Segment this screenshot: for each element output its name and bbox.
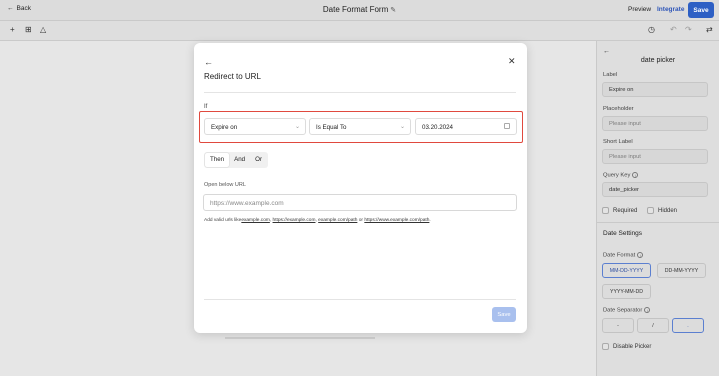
swap-icon[interactable]: ⇄ — [706, 25, 713, 35]
modal-title: Redirect to URL — [204, 72, 261, 81]
date-format-label: Date Format i — [603, 252, 644, 259]
properties-panel: ← date picker Label Expire on Placeholde… — [596, 41, 719, 376]
date-format-label-text: Date Format — [603, 252, 636, 259]
short-label-input[interactable]: Please input — [602, 149, 708, 164]
separator-option-dash[interactable]: - — [602, 318, 634, 333]
date-format-option-dd-mm-yyyy[interactable]: DD-MM-YYYY — [657, 263, 706, 278]
if-label: If — [204, 104, 208, 110]
tab-and[interactable]: And — [229, 153, 250, 167]
placeholder-input[interactable]: Please input — [602, 116, 708, 131]
save-button[interactable]: Save — [688, 2, 714, 18]
date-separator-label: Date Separator i — [603, 307, 651, 314]
canvas-divider — [225, 337, 375, 339]
plus-icon[interactable]: + — [10, 25, 15, 35]
form-title[interactable]: Date Format Form ✎ — [0, 5, 719, 14]
chevron-down-icon: ⌄ — [399, 124, 405, 130]
modal-footer-divider — [204, 299, 516, 300]
layers-icon[interactable]: ⊞ — [25, 25, 32, 35]
required-checkbox[interactable]: Required — [602, 207, 637, 214]
hidden-checkbox[interactable]: Hidden — [647, 207, 677, 214]
calendar-icon[interactable] — [504, 123, 510, 129]
hint-link[interactable]: https://example.com — [273, 218, 316, 223]
history-icon[interactable]: ◷ — [648, 25, 655, 35]
panel-title: date picker — [640, 57, 676, 64]
hint-link[interactable]: https://www.example.com/path — [364, 218, 429, 223]
field-select[interactable]: Expire on ⌄ — [204, 118, 306, 135]
query-key-input[interactable]: date_picker — [602, 182, 708, 197]
redirect-modal: ← ✕ Redirect to URL If Expire on ⌄ Is Eq… — [194, 43, 527, 333]
url-label: Open below URL — [204, 182, 246, 188]
required-label: Required — [613, 207, 638, 214]
query-key-field-label: Query Key i — [603, 172, 639, 179]
placeholder-field-label: Placeholder — [603, 106, 634, 112]
date-format-option-yyyy-mm-dd[interactable]: YYYY-MM-DD — [602, 284, 651, 299]
toolbar: + ⊞ △ ◷ ↶ ↷ ⇄ — [0, 21, 719, 41]
integrate-button[interactable]: Integrate — [657, 6, 684, 13]
short-label-field-label: Short Label — [603, 139, 633, 145]
date-format-option-mm-dd-yyyy[interactable]: MM-DD-YYYY — [602, 263, 651, 278]
hint-link[interactable]: example.com — [241, 218, 270, 223]
arrow-left-icon[interactable]: ← — [204, 57, 213, 67]
query-key-label-text: Query Key — [603, 172, 631, 179]
hint-or: or — [358, 218, 363, 223]
label-field-label: Label — [603, 72, 618, 78]
disable-picker-checkbox[interactable]: Disable Picker — [602, 343, 651, 350]
undo-icon[interactable]: ↶ — [670, 25, 677, 35]
tab-or[interactable]: Or — [250, 153, 267, 167]
redo-icon[interactable]: ↷ — [685, 25, 692, 35]
info-icon[interactable]: i — [637, 252, 644, 258]
chevron-down-icon: ⌄ — [294, 124, 300, 130]
modal-save-button[interactable]: Save — [492, 307, 516, 322]
info-icon[interactable]: i — [632, 172, 639, 178]
checkbox-box[interactable] — [602, 343, 609, 350]
bell-icon[interactable]: △ — [40, 25, 46, 35]
logic-tabs: Then And Or — [204, 152, 268, 168]
hint-separator: , — [315, 218, 317, 223]
separator-option-dot[interactable]: . — [672, 318, 704, 333]
hidden-label: Hidden — [658, 207, 678, 214]
disable-picker-label: Disable Picker — [613, 343, 652, 350]
date-separator-label-text: Date Separator — [603, 307, 643, 314]
checkbox-box[interactable] — [647, 207, 654, 214]
date-value-input[interactable]: 03.20.2024 — [415, 118, 517, 135]
operator-select-value: Is Equal To — [316, 124, 347, 131]
close-icon[interactable]: ✕ — [508, 56, 516, 67]
pencil-icon[interactable]: ✎ — [390, 7, 396, 14]
hint-separator: , — [269, 218, 272, 223]
checkbox-box[interactable] — [602, 207, 609, 214]
info-icon[interactable]: i — [644, 307, 651, 313]
separator-option-slash[interactable]: / — [637, 318, 669, 333]
top-bar: ← Back Date Format Form ✎ Preview Integra… — [0, 0, 719, 21]
date-value-text: 03.20.2024 — [422, 124, 453, 131]
tab-then[interactable]: Then — [205, 153, 230, 167]
hint-suffix: . — [429, 218, 431, 223]
form-title-text: Date Format Form — [322, 5, 389, 14]
panel-divider — [597, 222, 719, 223]
preview-button[interactable]: Preview — [628, 6, 651, 13]
modal-divider — [204, 92, 516, 93]
field-select-value: Expire on — [211, 124, 238, 131]
date-settings-title: Date Settings — [603, 230, 643, 237]
hint-prefix: Add valid urls like — [204, 218, 242, 223]
operator-select[interactable]: Is Equal To ⌄ — [309, 118, 411, 135]
url-hint: Add valid urls likeexample.com, https://… — [204, 218, 431, 223]
panel-back-icon[interactable]: ← — [603, 48, 610, 55]
hint-link[interactable]: example.com/path — [318, 218, 357, 223]
label-input[interactable]: Expire on — [602, 82, 708, 97]
url-input[interactable]: https://www.example.com — [203, 194, 517, 211]
